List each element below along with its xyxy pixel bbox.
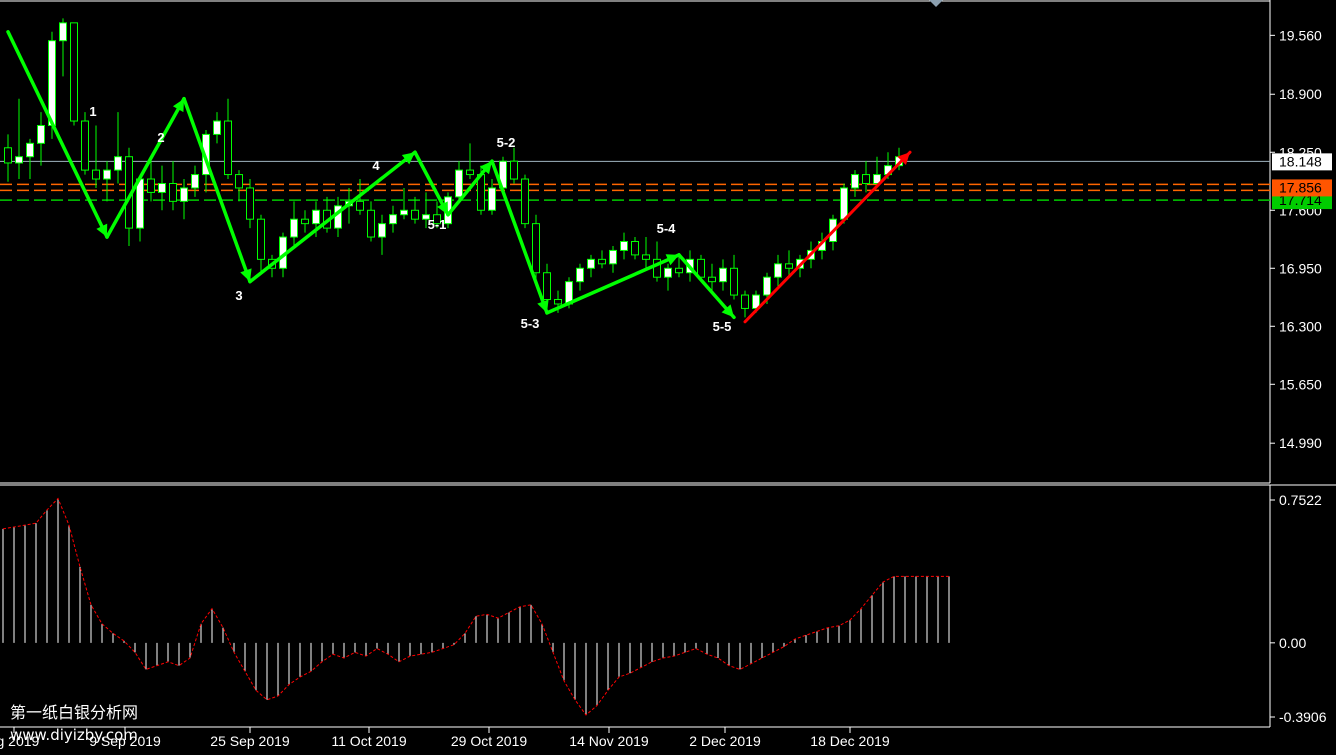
bear-candle (70, 22, 78, 122)
x-tick-label: 18 Dec 2019 (810, 733, 890, 749)
bull-candle (158, 182, 166, 193)
x-tick-label: 11 Oct 2019 (331, 733, 406, 749)
bear-candle (257, 218, 265, 260)
bull-candle (719, 267, 727, 283)
x-tick-label: 2 Dec 2019 (689, 733, 761, 749)
bear-candle (466, 169, 474, 176)
bear-candle (224, 120, 232, 176)
chart-canvas: 12345-15-25-35-45-5 19.56018.90018.25017… (0, 0, 1336, 749)
bear-candle (521, 178, 529, 225)
wave-label: 3 (235, 288, 242, 303)
wave-label: 5-2 (497, 135, 516, 150)
wave-label: 5-3 (521, 316, 540, 331)
signal-line (2, 497, 949, 716)
bear-candle (411, 209, 419, 220)
x-tick-label: 29 Oct 2019 (451, 733, 527, 749)
bear-candle (169, 182, 177, 202)
y-tick-label: 19.560 (1279, 27, 1322, 43)
bull-candle (191, 174, 199, 189)
sub-y-tick-label: -0.3906 (1279, 709, 1327, 725)
price-tag-ask: 17.856 (1279, 179, 1322, 195)
price-tag-current: 18.148 (1279, 153, 1322, 169)
y-tick-label: 16.950 (1279, 260, 1322, 276)
watermark-line-2: www.diyizby.com (10, 726, 138, 744)
bear-candle (246, 187, 254, 220)
bull-candle (455, 169, 463, 198)
bull-candle (180, 187, 188, 202)
bear-candle (708, 276, 716, 283)
y-tick-label: 15.650 (1279, 376, 1322, 392)
y-tick-label: 16.300 (1279, 318, 1322, 334)
wave-label: 4 (372, 158, 380, 173)
bear-candle (301, 218, 309, 225)
bear-candle (4, 147, 12, 164)
bear-candle (642, 254, 650, 260)
bull-candle (136, 178, 144, 229)
bear-candle (510, 160, 518, 180)
bull-candle (290, 218, 298, 238)
bull-candle (774, 263, 782, 278)
bear-candle (730, 267, 738, 296)
bear-candle (367, 209, 375, 238)
bear-candle (532, 223, 540, 274)
bull-candle (15, 156, 23, 164)
bear-candle (147, 178, 155, 193)
y-tick-label: 14.990 (1279, 435, 1322, 451)
wave-label: 5-4 (657, 221, 677, 236)
bear-candle (543, 272, 551, 301)
wave-segment (677, 253, 736, 320)
bear-candle (631, 241, 639, 256)
bear-candle (92, 169, 100, 180)
bull-candle (59, 22, 67, 42)
bull-candle (851, 174, 859, 189)
x-tick-label: 25 Sep 2019 (210, 733, 290, 749)
bull-candle (400, 209, 408, 216)
bull-candle (114, 156, 122, 171)
bull-candle (378, 223, 386, 238)
bear-candle (81, 120, 89, 171)
x-tick-label: 14 Nov 2019 (569, 733, 649, 749)
wave-label: 5-5 (713, 319, 732, 334)
bull-candle (587, 258, 595, 269)
wave-label: 1 (89, 104, 96, 119)
bear-candle (741, 294, 749, 309)
bear-candle (862, 174, 870, 184)
bull-candle (763, 276, 771, 296)
chart-shift-marker[interactable] (929, 0, 943, 7)
bull-candle (609, 249, 617, 265)
bear-candle (598, 258, 606, 265)
bear-candle (785, 263, 793, 269)
y-tick-label: 18.900 (1279, 86, 1322, 102)
bull-candle (213, 120, 221, 135)
watermark-line-1: 第一纸白银分析网 (10, 703, 138, 722)
bear-candle (554, 299, 562, 305)
bull-candle (103, 169, 111, 180)
trend-arrow (743, 150, 912, 324)
wave-segment (6, 30, 109, 239)
bear-candle (356, 200, 364, 211)
bear-candle (675, 267, 683, 274)
sub-y-tick-label: 0.00 (1279, 635, 1306, 651)
bull-candle (664, 267, 672, 278)
bull-candle (48, 40, 56, 126)
bull-candle (312, 209, 320, 225)
bear-candle (235, 174, 243, 189)
bull-candle (389, 214, 397, 225)
bull-candle (37, 124, 45, 144)
bull-candle (840, 187, 848, 220)
wave-label: 2 (157, 130, 164, 145)
bull-candle (576, 267, 584, 283)
bull-candle (488, 187, 496, 211)
wave-label: 5-1 (428, 217, 447, 232)
bull-candle (26, 142, 34, 158)
bull-candle (620, 241, 628, 251)
sub-y-tick-label: 0.7522 (1279, 492, 1322, 508)
